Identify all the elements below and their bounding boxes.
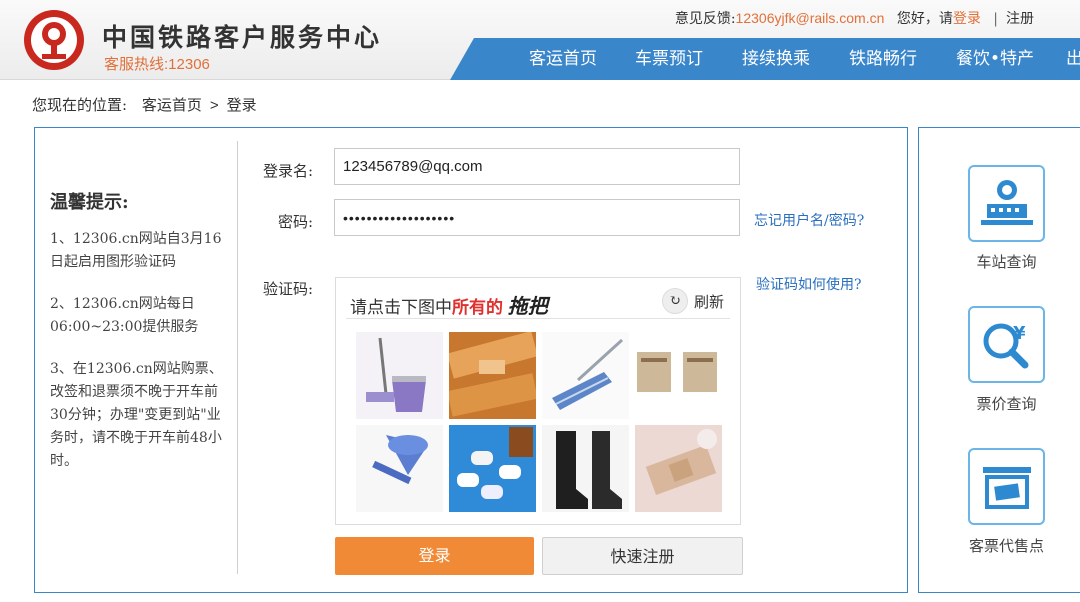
captcha-target-word: 拖把 <box>507 294 548 318</box>
refresh-icon: ↻ <box>661 288 688 314</box>
fare-search-label[interactable]: 票价查询 <box>940 393 1073 414</box>
nav-item-passenger-home[interactable]: 客运首页 <box>529 38 597 80</box>
top-link-separator: | <box>993 11 998 27</box>
ticket-agency-label[interactable]: 客票代售点 <box>940 535 1073 556</box>
breadcrumb: 您现在的位置: 客运首页 > 登录 <box>32 94 257 115</box>
password-label: 密码: <box>277 213 313 231</box>
top-login-link[interactable]: 登录 <box>953 10 981 26</box>
site-header: 中国铁路客户服务中心 客服热线:12306 意见反馈:12306yjfk@rai… <box>0 0 1080 80</box>
captcha-divider <box>346 318 730 319</box>
nav-item-food-specialty[interactable]: 餐饮•特产 <box>956 38 1034 80</box>
nav-item-railway-travel[interactable]: 铁路畅行 <box>849 38 917 80</box>
username-input[interactable] <box>334 148 740 185</box>
tip-item: 3、在12306.cn网站购票、改签和退票须不晚于开车前30分钟；办理"变更到站… <box>50 361 223 469</box>
tips-title: 温馨提示: <box>50 192 129 213</box>
feedback-label: 意见反馈: <box>674 11 736 27</box>
captcha-prompt-text: 请点击下图中 <box>350 298 452 317</box>
captcha-box: 请点击下图中所有的 拖把 ↻ 刷新 <box>335 277 741 525</box>
captcha-label: 验证码: <box>262 280 313 298</box>
greeting-text: 您好，请 <box>896 11 953 27</box>
captcha-prompt-emphasis: 所有的 <box>452 298 503 317</box>
nav-item-transfer[interactable]: 接续换乘 <box>742 38 810 80</box>
captcha-tile-bandages[interactable] <box>449 332 536 419</box>
quick-register-button[interactable]: 快速注册 <box>542 537 743 575</box>
site-title: 中国铁路客户服务中心 <box>102 23 383 52</box>
breadcrumb-current: 登录 <box>226 96 257 114</box>
feedback-email-link[interactable]: 12306yjfk@rails.com.cn <box>736 10 885 26</box>
station-icon[interactable] <box>968 165 1045 242</box>
captcha-help-link[interactable]: 验证码如何使用? <box>756 274 862 294</box>
china-railway-logo[interactable] <box>22 8 86 72</box>
tip-item: 2、12306.cn网站每日06:00~23:00提供服务 <box>50 296 199 335</box>
main-nav: 客运首页 车票预订 接续换乘 铁路畅行 餐饮•特产 出 <box>474 38 1080 80</box>
captcha-tile-paper-bags[interactable] <box>635 332 722 419</box>
captcha-refresh-button[interactable]: ↻ 刷新 <box>661 288 724 314</box>
breadcrumb-prefix: 您现在的位置: <box>32 96 128 114</box>
station-search-label[interactable]: 车站查询 <box>940 251 1073 272</box>
nav-item-more[interactable]: 出 <box>1066 38 1080 80</box>
nav-bar-notch <box>450 38 474 80</box>
login-button[interactable]: 登录 <box>335 537 534 575</box>
captcha-tile-plaster[interactable] <box>635 425 722 512</box>
captcha-tile-pills[interactable] <box>449 425 536 512</box>
captcha-tile-rain-boots[interactable] <box>542 425 629 512</box>
ticket-agency-icon[interactable] <box>968 448 1045 525</box>
service-hotline: 客服热线:12306 <box>104 56 210 73</box>
fare-search-icon[interactable]: ¥ <box>968 306 1045 383</box>
top-links: 意见反馈:12306yjfk@rails.com.cn 您好，请登录 | 注册 <box>675 8 1034 28</box>
captcha-prompt: 请点击下图中所有的 拖把 <box>350 290 548 319</box>
username-label: 登录名: <box>262 162 313 180</box>
password-input[interactable] <box>334 199 740 236</box>
nav-item-ticket-booking[interactable]: 车票预订 <box>635 38 703 80</box>
forgot-password-link[interactable]: 忘记用户名/密码? <box>754 210 864 230</box>
captcha-tile-mop-bucket[interactable] <box>356 332 443 419</box>
captcha-tile-flat-mop[interactable] <box>542 332 629 419</box>
captcha-tile-funnel[interactable] <box>356 425 443 512</box>
refresh-label: 刷新 <box>693 292 724 311</box>
top-register-link[interactable]: 注册 <box>1006 11 1034 27</box>
breadcrumb-arrow: > <box>209 97 219 114</box>
svg-text:¥: ¥ <box>1013 323 1026 344</box>
panel-divider <box>237 141 238 574</box>
breadcrumb-home-link[interactable]: 客运首页 <box>142 96 202 114</box>
tip-item: 1、12306.cn网站自3月16日起启用图形验证码 <box>50 231 222 270</box>
